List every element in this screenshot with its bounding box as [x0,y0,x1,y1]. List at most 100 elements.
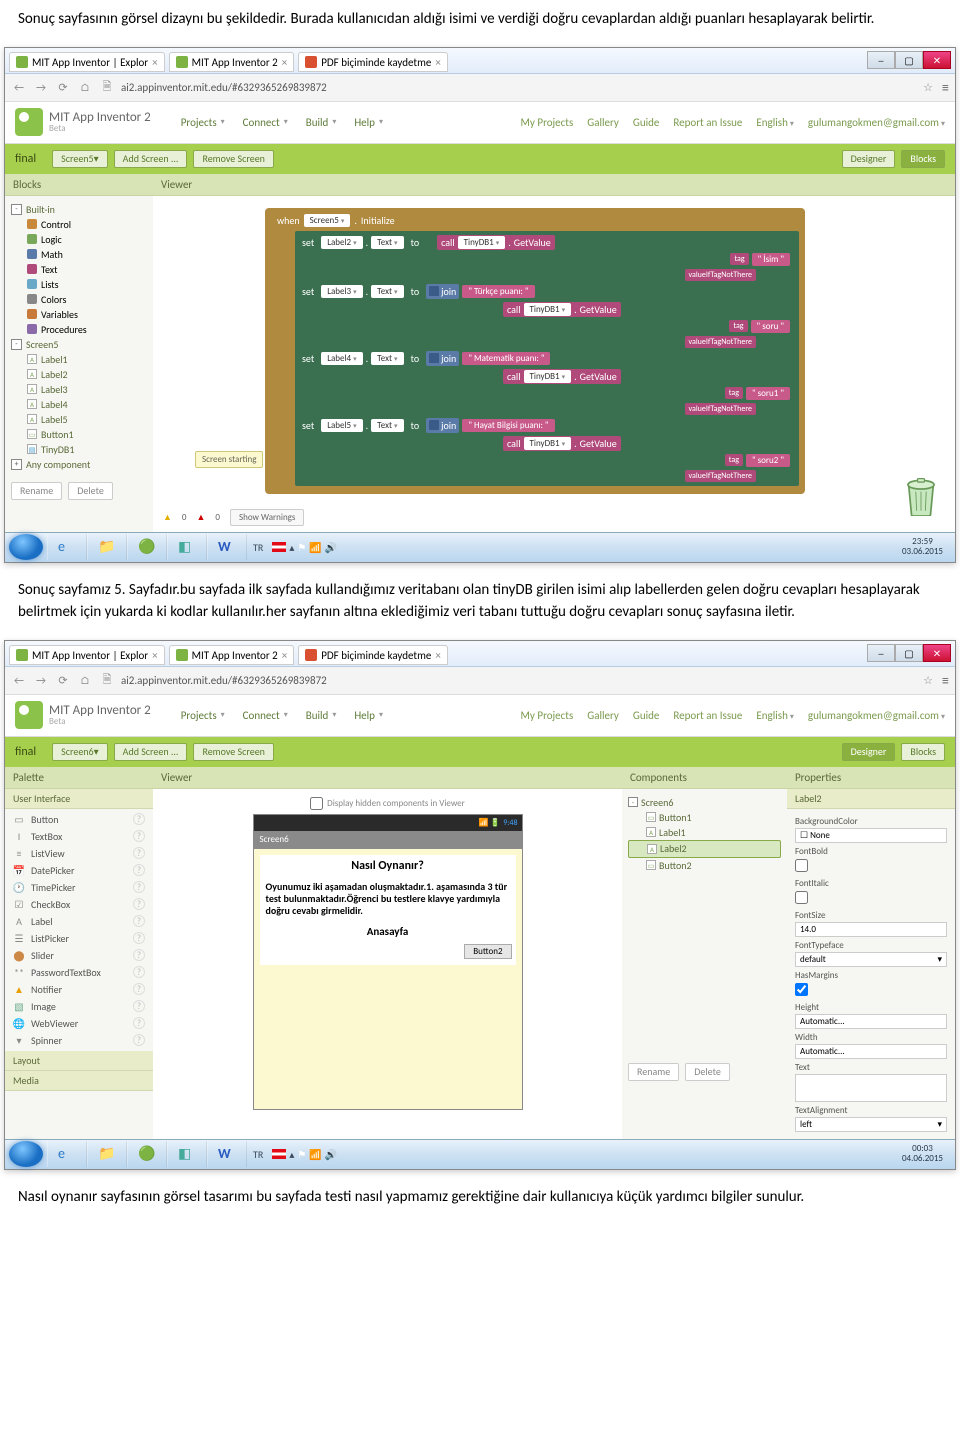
palette-layout[interactable]: Layout [5,1051,153,1071]
star-icon[interactable]: ☆ [920,79,936,95]
preview-title[interactable]: Nasıl Oynanır? [260,855,516,877]
comp-tinydb1[interactable]: ▤TinyDB1 [11,442,147,457]
cat-math[interactable]: Math [11,247,147,262]
action-center-icon[interactable]: ⚑ [297,1148,306,1161]
maximize-button[interactable]: ▢ [895,51,923,69]
pal-textbox[interactable]: ITextBox? [5,828,153,845]
link-myprojects[interactable]: My Projects [521,709,574,722]
menu-build[interactable]: Build [306,709,337,722]
menu-projects[interactable]: Projects [181,116,225,129]
url-field[interactable]: ai2.appinventor.mit.edu/#632936526983987… [121,81,914,94]
pal-spinner[interactable]: ▾Spinner? [5,1032,153,1049]
lang-indicator[interactable]: TR [253,1148,263,1161]
chrome-icon[interactable]: 🟢 [127,534,167,560]
action-center-icon[interactable]: ⚑ [297,541,306,554]
screen-node[interactable]: -Screen5 [11,337,147,352]
info-icon[interactable]: ? [133,830,145,842]
show-warnings-button[interactable]: Show Warnings [230,509,304,526]
menu-connect[interactable]: Connect [243,116,288,129]
explorer-icon[interactable]: 📁 [87,1141,127,1167]
screen-select[interactable]: Screen5 ▾ [52,150,107,168]
info-icon[interactable]: ? [133,847,145,859]
comp-screen6[interactable]: - Screen6 [628,795,781,810]
info-icon[interactable]: ? [133,881,145,893]
comp-label1[interactable]: ALabel1 [11,352,147,367]
maximize-button[interactable]: ▢ [895,644,923,662]
add-screen-button[interactable]: Add Screen ... [114,743,188,761]
info-icon[interactable]: ? [133,813,145,825]
cat-variables[interactable]: Variables [11,307,147,322]
info-icon[interactable]: ? [133,949,145,961]
close-icon[interactable]: × [152,56,157,69]
cat-procedures[interactable]: Procedures [11,322,147,337]
link-guide[interactable]: Guide [633,116,660,129]
pal-listpicker[interactable]: ☰ListPicker? [5,930,153,947]
info-icon[interactable]: ? [133,864,145,876]
comp-button2[interactable]: ▭Button2 [628,858,781,873]
menu-projects[interactable]: Projects [181,709,225,722]
close-icon[interactable]: × [435,56,440,69]
cat-control[interactable]: Control [11,217,147,232]
blocks-tab[interactable]: Blocks [901,743,945,761]
pal-webviewer[interactable]: 🌐WebViewer? [5,1015,153,1032]
cat-logic[interactable]: Logic [11,232,147,247]
explorer-icon[interactable]: 📁 [87,534,127,560]
ie-icon[interactable]: e [47,534,87,560]
start-button[interactable] [9,1141,43,1167]
browser-tab[interactable]: MIT App Inventor | Explor× [9,52,165,72]
network-icon[interactable]: 📶 [309,1148,321,1161]
menu-help[interactable]: Help [354,709,383,722]
preview-home[interactable]: Anasayfa [260,921,516,942]
star-icon[interactable]: ☆ [920,672,936,688]
tray-up-icon[interactable]: ▴ [289,1148,294,1161]
rename-button[interactable]: Rename [628,1063,679,1081]
cat-text[interactable]: Text [11,262,147,277]
comp-button1[interactable]: ▭Button1 [628,810,781,825]
cat-lists[interactable]: Lists [11,277,147,292]
menu-connect[interactable]: Connect [243,709,288,722]
prop-typeface-value[interactable]: default ▾ [795,952,947,967]
link-guide[interactable]: Guide [633,709,660,722]
comp-label1[interactable]: ALabel1 [628,825,781,840]
pal-button[interactable]: ▭Button? [5,811,153,828]
volume-icon[interactable]: 🔊 [325,1148,337,1161]
clock[interactable]: 23:5903.06.2015 [894,537,951,557]
builtin-node[interactable]: -Built-in [11,202,147,217]
minimize-button[interactable]: ─ [867,644,895,662]
comp-button1[interactable]: ▭Button1 [11,427,147,442]
close-icon[interactable]: × [282,56,287,69]
prop-fontbold-checkbox[interactable] [795,859,808,872]
prop-fontsize-value[interactable]: 14.0 [795,922,947,937]
app-icon[interactable]: ◧ [167,1141,207,1167]
screen-select[interactable]: Screen6 ▾ [52,743,107,761]
back-icon[interactable]: ← [11,672,27,688]
pal-passwordtextbox[interactable]: **PasswordTextBox? [5,964,153,981]
browser-tab[interactable]: MIT App Inventor 2× [169,645,295,665]
link-myprojects[interactable]: My Projects [521,116,574,129]
comp-label2-selected[interactable]: ALabel2 [628,840,781,858]
prop-fontitalic-checkbox[interactable] [795,891,808,904]
delete-button[interactable]: Delete [685,1063,730,1081]
network-icon[interactable]: 📶 [309,541,321,554]
comp-label3[interactable]: ALabel3 [11,382,147,397]
link-report[interactable]: Report an Issue [673,116,742,129]
link-gallery[interactable]: Gallery [587,709,619,722]
browser-tab[interactable]: MIT App Inventor | Explor× [9,645,165,665]
user-email[interactable]: gulumangokmen@gmail.com [808,709,945,722]
close-icon[interactable]: × [152,649,157,662]
trash-icon[interactable] [903,476,939,516]
pal-slider[interactable]: ⬤Slider? [5,947,153,964]
app-icon[interactable]: ◧ [167,534,207,560]
delete-button[interactable]: Delete [68,482,113,500]
cat-colors[interactable]: Colors [11,292,147,307]
volume-icon[interactable]: 🔊 [325,541,337,554]
prop-height-value[interactable]: Automatic... [795,1014,947,1029]
user-email[interactable]: gulumangokmen@gmail.com [808,116,945,129]
tray-up-icon[interactable]: ▴ [289,541,294,554]
add-screen-button[interactable]: Add Screen ... [114,150,188,168]
link-gallery[interactable]: Gallery [587,116,619,129]
forward-icon[interactable]: → [33,79,49,95]
menu-help[interactable]: Help [354,116,383,129]
preview-button2[interactable]: Button2 [464,944,511,959]
prop-margins-checkbox[interactable] [795,983,808,996]
